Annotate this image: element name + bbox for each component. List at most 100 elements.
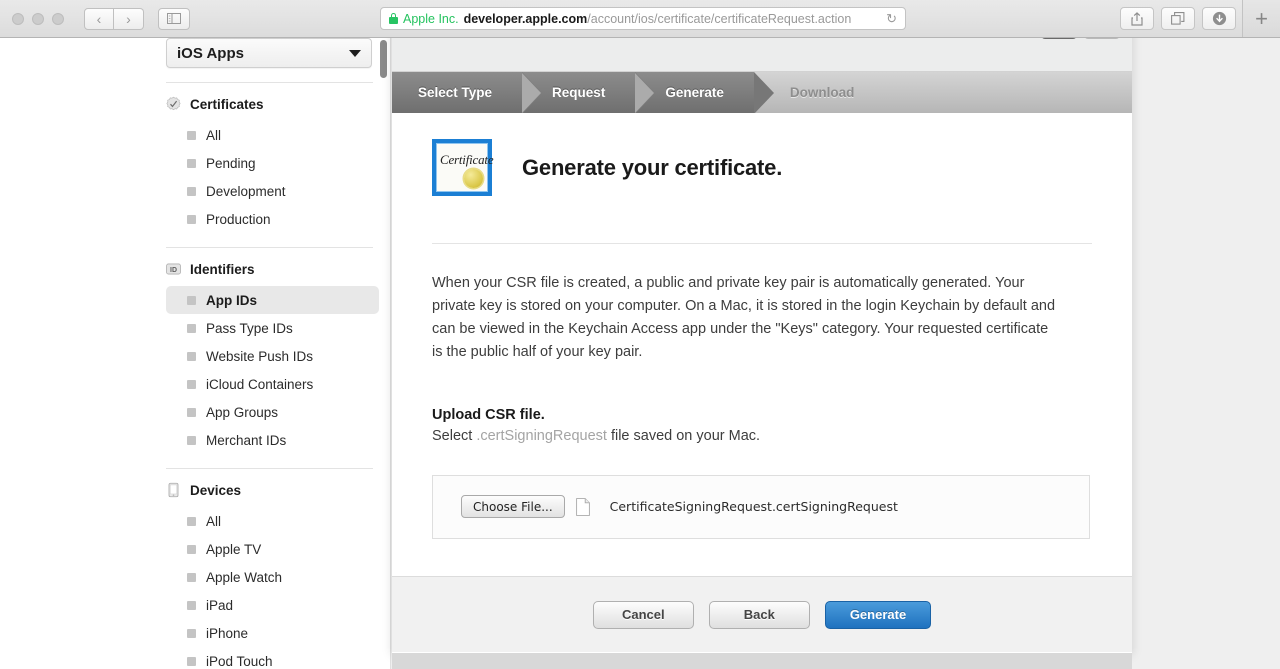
close-window-button[interactable] (12, 12, 24, 25)
share-button[interactable] (1120, 7, 1154, 30)
cancel-button[interactable]: Cancel (592, 600, 694, 629)
browser-toolbar: ‹ › Apple Inc. developer.apple.com /acco… (0, 0, 1280, 38)
certificate-header: Certificate Generate your certificate. (432, 113, 1092, 196)
sidebar-scrollbar-track[interactable] (380, 38, 387, 669)
sidebar-item-production[interactable]: Production (166, 205, 379, 233)
sidebar-item-merchant-ids[interactable]: Merchant IDs (166, 426, 379, 454)
bullet-icon (187, 130, 196, 140)
bullet-icon (187, 628, 196, 638)
reload-icon[interactable]: ↻ (880, 11, 897, 27)
selected-file-name: CertificateSigningRequest.certSigningReq… (609, 499, 898, 515)
sidebar-toggle-button[interactable] (158, 7, 190, 30)
app-type-select-label: iOS Apps (177, 44, 244, 62)
sidebar-item-label: Merchant IDs (206, 432, 287, 448)
add-certificate-modal: Add iOS Certificate Select Type (392, 38, 1132, 653)
generate-button[interactable]: Generate (824, 600, 932, 629)
certificate-badge-icon (166, 96, 181, 111)
sidebar-item-app-groups[interactable]: App Groups (166, 398, 379, 426)
sidebar-item-label: iPod Touch (206, 653, 273, 669)
modal-content: Certificate Generate your certificate. W… (392, 113, 1132, 576)
sidebar-item-label: App IDs (206, 292, 258, 308)
address-bar[interactable]: Apple Inc. developer.apple.com /account/… (380, 7, 906, 30)
bullet-icon (187, 379, 196, 389)
sidebar-item-ipad[interactable]: iPad (166, 591, 379, 619)
new-tab-button[interactable]: + (1242, 0, 1280, 37)
sidebar-item-pass-type-ids[interactable]: Pass Type IDs (166, 314, 379, 342)
sidebar-group-title: Identifiers (190, 261, 255, 277)
sidebar-icon (167, 13, 181, 24)
app-type-select[interactable]: iOS Apps (166, 38, 372, 68)
sidebar-item-all-certificates[interactable]: All (166, 121, 379, 149)
bullet-icon (187, 572, 196, 582)
sidebar-item-apple-watch[interactable]: Apple Watch (166, 563, 379, 591)
zoom-out-button[interactable] (1041, 38, 1077, 39)
sidebar-item-label: iCloud Containers (206, 376, 314, 392)
bullet-icon (187, 158, 196, 168)
upload-sub-prefix: Select (432, 427, 477, 444)
lock-icon (389, 13, 398, 24)
sidebar-group-title: Certificates (190, 96, 264, 112)
sidebar-item-label: iPhone (206, 625, 249, 641)
url-path: /account/ios/certificate/certificateRequ… (587, 11, 852, 26)
sidebar-item-apple-tv[interactable]: Apple TV (166, 535, 379, 563)
modal-title: Add iOS Certificate (392, 38, 1132, 40)
wizard-step-label: Select Type (418, 85, 493, 100)
page-title: Generate your certificate. (522, 154, 783, 180)
sidebar-item-ipod-touch[interactable]: iPod Touch (166, 647, 379, 669)
search-button[interactable] (1084, 38, 1120, 39)
divider (166, 247, 373, 248)
sidebar-item-label: Pass Type IDs (206, 320, 293, 336)
navigation-buttons: ‹ › (84, 7, 144, 30)
upload-section-subtext: Select .certSigningRequest file saved on… (432, 428, 1092, 444)
sidebar-item-label: Apple Watch (206, 569, 283, 585)
back-button[interactable]: Back (708, 600, 810, 629)
bullet-icon (187, 295, 196, 305)
sidebar-item-label: Website Push IDs (206, 348, 314, 364)
sidebar-scrollbar-thumb[interactable] (380, 40, 387, 78)
sidebar-item-website-push-ids[interactable]: Website Push IDs (166, 342, 379, 370)
minimize-window-button[interactable] (32, 12, 44, 25)
url-host: developer.apple.com (463, 11, 588, 26)
bullet-icon (187, 323, 196, 333)
sidebar-group-certificates[interactable]: Certificates (166, 93, 390, 115)
sidebar-item-pending[interactable]: Pending (166, 149, 379, 177)
sidebar-group-identifiers[interactable]: ID Identifiers (166, 258, 390, 280)
wizard-step-select-type[interactable]: Select Type (392, 72, 543, 113)
zoom-window-button[interactable] (52, 12, 64, 25)
bullet-icon (187, 407, 196, 417)
sidebar-item-development[interactable]: Development (166, 177, 379, 205)
divider (166, 468, 373, 469)
ev-certificate-name: Apple Inc. (403, 11, 459, 26)
sidebar-item-label: Production (206, 211, 271, 227)
id-icon: ID (166, 263, 181, 275)
sidebar-item-iphone[interactable]: iPhone (166, 619, 379, 647)
page-background-below-modal (392, 653, 1132, 669)
downloads-button[interactable] (1202, 7, 1236, 30)
upload-sub-extension: .certSigningRequest (476, 427, 607, 444)
back-button[interactable]: ‹ (84, 7, 114, 30)
sidebar-group-title: Devices (190, 482, 242, 498)
sidebar-item-icloud-containers[interactable]: iCloud Containers (166, 370, 379, 398)
divider (166, 82, 373, 83)
choose-file-button[interactable]: Choose File... (461, 495, 565, 519)
chevron-down-icon (349, 49, 361, 57)
wizard-step-label: Download (789, 85, 855, 100)
sidebar-group-devices[interactable]: Devices (166, 479, 390, 501)
sidebar-item-label: Pending (206, 155, 256, 171)
bullet-icon (187, 435, 196, 445)
page-viewport: iOS Apps Certificates All Pending Develo… (0, 38, 1280, 669)
sidebar-item-app-ids[interactable]: App IDs (166, 286, 379, 314)
upload-sub-suffix: file saved on your Mac. (606, 427, 761, 444)
body-text: When your CSR file is created, a public … (432, 275, 1056, 360)
certificate-icon: Certificate (432, 139, 494, 196)
forward-button[interactable]: › (114, 7, 144, 30)
bullet-icon (187, 544, 196, 554)
bullet-icon (187, 656, 196, 666)
show-tabs-button[interactable] (1161, 7, 1195, 30)
certificate-icon-text: Certificate (440, 152, 494, 167)
sidebar: iOS Apps Certificates All Pending Develo… (0, 38, 391, 669)
toolbar-right-buttons (1120, 7, 1236, 30)
divider (432, 243, 1092, 244)
modal-footer: Cancel Back Generate (392, 576, 1132, 652)
sidebar-item-all-devices[interactable]: All (166, 507, 379, 535)
